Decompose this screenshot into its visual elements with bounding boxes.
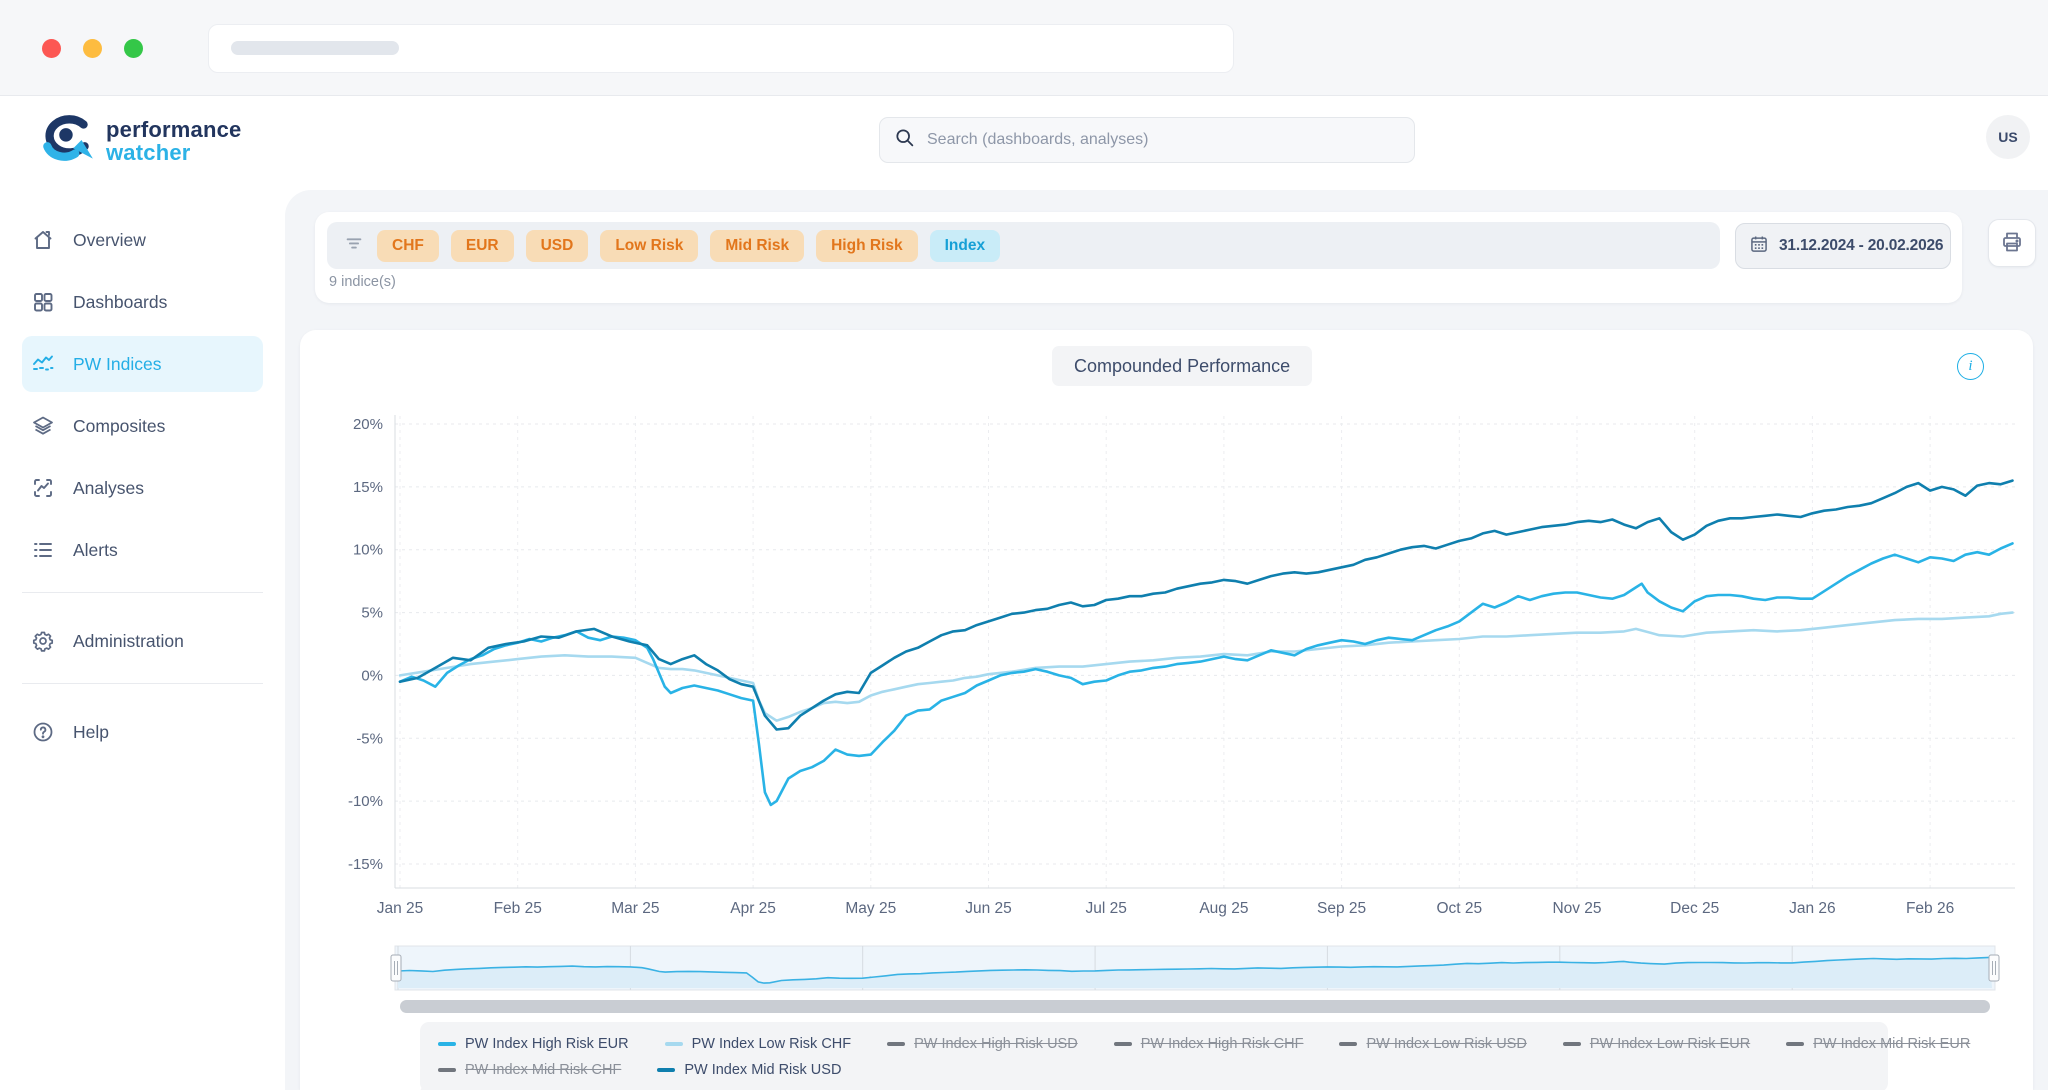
filter-chip-low-risk[interactable]: Low Risk — [600, 230, 698, 262]
sidebar-item-administration[interactable]: Administration — [22, 613, 263, 669]
performance-watcher-logo-icon — [38, 114, 96, 169]
app-logo-text: performance watcher — [106, 119, 241, 164]
legend-item[interactable]: PW Index High Risk USD — [887, 1036, 1078, 1052]
sidebar-item-overview[interactable]: Overview — [22, 212, 263, 268]
legend-item[interactable]: PW Index Mid Risk EUR — [1786, 1036, 1970, 1052]
home-icon — [30, 227, 56, 253]
layers-icon — [30, 413, 56, 439]
filter-chips-box: CHF EUR USD Low Risk Mid Risk High Risk Index — [327, 222, 1720, 269]
filter-chip-high-risk[interactable]: High Risk — [816, 230, 917, 262]
legend-marker — [1786, 1042, 1804, 1046]
sidebar-item-label: Overview — [73, 230, 146, 251]
filter-chip-mid-risk[interactable]: Mid Risk — [710, 230, 804, 262]
search-icon — [894, 127, 915, 153]
legend-marker — [1114, 1042, 1132, 1046]
sidebar-item-composites[interactable]: Composites — [22, 398, 263, 454]
sidebar-item-pw-indices[interactable]: PW Indices — [22, 336, 263, 392]
legend-label: PW Index High Risk USD — [914, 1036, 1078, 1052]
legend-item[interactable]: PW Index Mid Risk CHF — [438, 1062, 621, 1078]
close-window-button[interactable] — [42, 39, 61, 58]
legend-label: PW Index Mid Risk EUR — [1813, 1036, 1970, 1052]
sidebar-divider — [22, 683, 263, 684]
print-button[interactable] — [1988, 219, 2036, 267]
sidebar-item-label: Alerts — [73, 540, 118, 561]
legend-item[interactable]: PW Index Low Risk USD — [1339, 1036, 1526, 1052]
global-search[interactable] — [879, 117, 1415, 163]
legend-marker — [887, 1042, 905, 1046]
gear-icon — [30, 628, 56, 654]
performance-chart-card: Compounded Performance i PW Index High R… — [300, 330, 2033, 1090]
sidebar-item-label: Composites — [73, 416, 165, 437]
legend-label: PW Index Low Risk EUR — [1590, 1036, 1750, 1052]
legend-marker — [438, 1068, 456, 1072]
bottom-partial-card — [420, 1084, 1096, 1090]
app-logo[interactable]: performance watcher — [38, 114, 241, 169]
sidebar-nav: Overview Dashboards PW Indices Composites An… — [0, 190, 285, 1090]
sidebar-item-label: Administration — [73, 631, 184, 652]
browser-address-bar[interactable] — [208, 24, 1234, 73]
date-range-value: 31.12.2024 - 20.02.2026 — [1779, 237, 1943, 255]
zoom-window-button[interactable] — [124, 39, 143, 58]
legend-item[interactable]: PW Index Low Risk EUR — [1563, 1036, 1750, 1052]
sidebar-item-label: Dashboards — [73, 292, 167, 313]
legend-item[interactable]: PW Index High Risk EUR — [438, 1036, 629, 1052]
sidebar-item-alerts[interactable]: Alerts — [22, 522, 263, 578]
legend-marker — [1563, 1042, 1581, 1046]
legend-label: PW Index Mid Risk CHF — [465, 1062, 621, 1078]
analysis-icon — [30, 475, 56, 501]
app-window: performance watcher US Overview Dashboard… — [0, 0, 2048, 1090]
user-avatar[interactable]: US — [1986, 115, 2030, 159]
chart-title: Compounded Performance — [1052, 346, 1312, 386]
legend-label: PW Index Low Risk USD — [1366, 1036, 1526, 1052]
chart-legend: PW Index High Risk EUR PW Index Low Risk … — [420, 1022, 1888, 1090]
legend-marker — [657, 1068, 675, 1072]
filter-chip-usd[interactable]: USD — [526, 230, 589, 262]
indices-chart-icon — [30, 351, 56, 377]
legend-marker — [665, 1042, 683, 1046]
legend-marker — [1339, 1042, 1357, 1046]
legend-label: PW Index High Risk CHF — [1141, 1036, 1304, 1052]
legend-label: PW Index High Risk EUR — [465, 1036, 629, 1052]
help-icon — [30, 719, 56, 745]
search-input[interactable] — [925, 130, 1400, 150]
legend-label: PW Index Mid Risk USD — [684, 1062, 841, 1078]
filter-card: CHFEURUSDLow RiskMid RiskHigh RiskIndex … — [315, 212, 1962, 303]
url-placeholder-bar — [231, 41, 399, 55]
app-header: performance watcher US — [0, 96, 2048, 190]
legend-label: PW Index Low Risk CHF — [692, 1036, 852, 1052]
sidebar-item-analyses[interactable]: Analyses — [22, 460, 263, 516]
sidebar-item-help[interactable]: Help — [22, 704, 263, 760]
filter-chip-eur[interactable]: EUR — [451, 230, 514, 262]
legend-item[interactable]: PW Index Mid Risk USD — [657, 1062, 841, 1078]
sidebar-item-label: PW Indices — [73, 354, 162, 375]
dashboard-grid-icon — [30, 289, 56, 315]
filter-chip-chf[interactable]: CHF — [377, 230, 439, 262]
sidebar-item-label: Help — [73, 722, 109, 743]
printer-icon — [2000, 230, 2024, 257]
legend-marker — [438, 1042, 456, 1046]
sidebar-item-label: Analyses — [73, 478, 144, 499]
legend-item[interactable]: PW Index High Risk CHF — [1114, 1036, 1304, 1052]
browser-chrome — [0, 0, 2048, 96]
indices-count: 9 indice(s) — [329, 274, 396, 290]
filter-icon[interactable] — [343, 232, 365, 259]
minimize-window-button[interactable] — [83, 39, 102, 58]
calendar-icon — [1749, 234, 1769, 259]
legend-item[interactable]: PW Index Low Risk CHF — [665, 1036, 852, 1052]
filter-chip-index[interactable]: Index — [930, 230, 1000, 262]
alerts-list-icon — [30, 537, 56, 563]
main-content-panel: CHFEURUSDLow RiskMid RiskHigh RiskIndex … — [285, 190, 2048, 1090]
sidebar-divider — [22, 592, 263, 593]
info-icon[interactable]: i — [1957, 353, 1984, 380]
date-range-picker[interactable]: 31.12.2024 - 20.02.2026 — [1735, 223, 1951, 269]
sidebar-item-dashboards[interactable]: Dashboards — [22, 274, 263, 330]
